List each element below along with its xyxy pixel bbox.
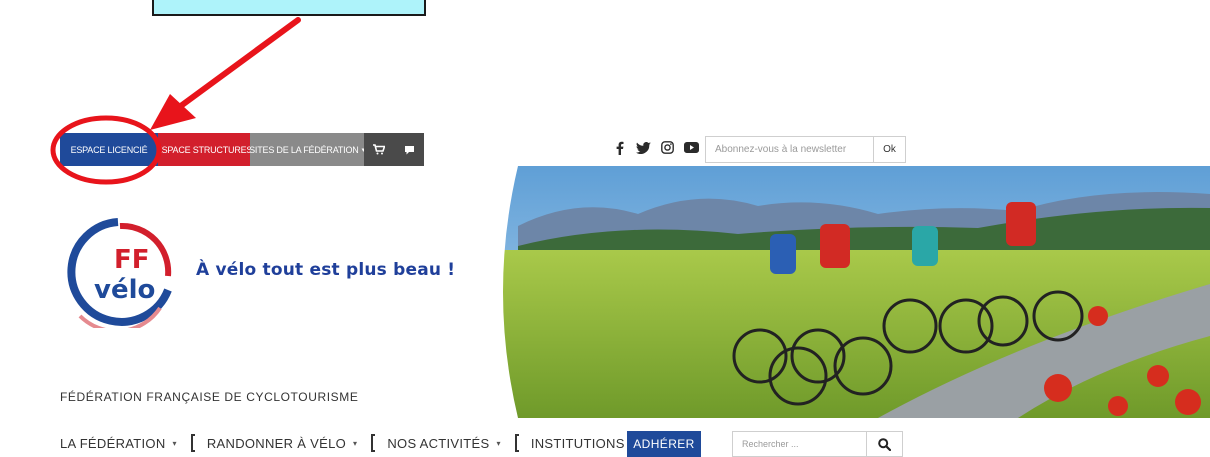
search-icon [878, 437, 891, 451]
federation-name: FÉDÉRATION FRANÇAISE DE CYCLOTOURISME [60, 390, 359, 404]
nav-label: NOS ACTIVITÉS [387, 435, 490, 451]
social-links [612, 140, 699, 155]
nav-separator [371, 434, 376, 452]
annotation-arrow-head [150, 94, 196, 130]
nav-label: LA FÉDÉRATION [60, 435, 166, 451]
cart-icon [373, 144, 385, 155]
newsletter-email-field[interactable]: Abonnez-vous à la newsletter [705, 136, 874, 163]
espace-structures-button[interactable]: ESPACE STRUCTURES [155, 133, 253, 166]
annotation-highlight-box [152, 0, 426, 16]
search-input[interactable]: Rechercher ... [732, 431, 867, 457]
nav-label: INSTITUTIONS [530, 435, 625, 451]
nav-separator [514, 434, 519, 452]
sites-federation-label: SITES DE LA FÉDÉRATION [249, 144, 359, 155]
chevron-down-icon: ▾ [172, 438, 177, 448]
espace-structures-label: ESPACE STRUCTURES [155, 144, 253, 155]
youtube-icon[interactable] [684, 140, 699, 155]
espace-licencie-button[interactable]: ESPACE LICENCIÉ [60, 133, 158, 166]
svg-text:vélo: vélo [94, 275, 155, 305]
main-navigation: LA FÉDÉRATION ▾ RANDONNER À VÉLO ▾ NOS A… [60, 434, 636, 452]
chat-button[interactable] [394, 133, 424, 166]
nav-randonner-a-velo[interactable]: RANDONNER À VÉLO ▾ [207, 436, 358, 451]
annotation-arrow-line [175, 17, 301, 111]
nav-nos-activites[interactable]: NOS ACTIVITÉS ▾ [387, 436, 500, 451]
svg-text:FF: FF [114, 245, 150, 275]
twitter-icon[interactable] [636, 140, 651, 155]
instagram-icon[interactable] [660, 140, 675, 155]
chevron-down-icon: ▾ [353, 438, 358, 448]
nav-institutions[interactable]: INSTITUTIONS ▾ [531, 436, 636, 451]
newsletter-ok-button[interactable]: Ok [874, 136, 906, 163]
ffvelo-logo[interactable]: FF vélo [60, 216, 180, 334]
chevron-down-icon: ▾ [496, 438, 501, 448]
nav-la-federation[interactable]: LA FÉDÉRATION ▾ [60, 436, 177, 451]
newsletter-ok-label: Ok [883, 144, 896, 155]
sites-federation-dropdown[interactable]: SITES DE LA FÉDÉRATION ▾ [249, 133, 365, 166]
chat-icon [404, 145, 414, 154]
nav-separator [190, 434, 195, 452]
hero-cyclists-photo [498, 166, 1210, 418]
top-utility-bar: ESPACE LICENCIÉ ESPACE STRUCTURES SITES … [60, 133, 424, 166]
tagline: À vélo tout est plus beau ! [196, 260, 456, 280]
search-form: Rechercher ... [732, 431, 903, 457]
newsletter-form: Abonnez-vous à la newsletter Ok [705, 136, 906, 163]
cart-button[interactable] [364, 133, 394, 166]
newsletter-placeholder: Abonnez-vous à la newsletter [715, 144, 847, 155]
facebook-icon[interactable] [612, 140, 627, 155]
nav-label: RANDONNER À VÉLO [206, 435, 347, 451]
adherer-label: ADHÉRER [633, 437, 695, 451]
search-placeholder: Rechercher ... [742, 439, 799, 449]
espace-licencie-label: ESPACE LICENCIÉ [70, 144, 148, 155]
search-button[interactable] [867, 431, 903, 457]
adherer-button[interactable]: ADHÉRER [627, 431, 701, 457]
